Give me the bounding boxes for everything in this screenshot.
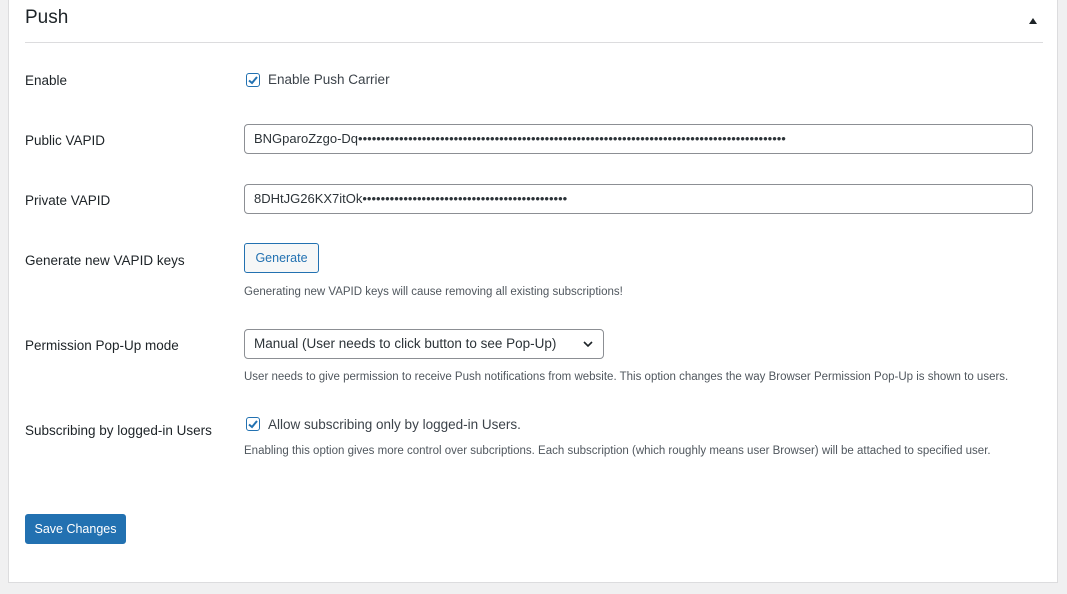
enable-push-checkbox-label[interactable]: Enable Push Carrier bbox=[268, 72, 390, 87]
popup-mode-label: Permission Pop-Up mode bbox=[25, 338, 179, 353]
popup-mode-selected-value: Manual (User needs to click button to se… bbox=[254, 336, 557, 351]
enable-label: Enable bbox=[25, 73, 68, 88]
popup-mode-select[interactable]: Manual (User needs to click button to se… bbox=[244, 329, 604, 359]
generate-button[interactable]: Generate bbox=[244, 243, 319, 273]
generate-description: Generating new VAPID keys will cause rem… bbox=[244, 286, 623, 298]
save-changes-button[interactable]: Save Changes bbox=[25, 514, 126, 544]
caret-up-icon bbox=[1029, 18, 1037, 24]
logged-in-description: Enabling this option gives more control … bbox=[244, 445, 991, 457]
push-settings-panel: Push Enable Enable Push Carrier Public V… bbox=[8, 0, 1058, 583]
collapse-toggle-button[interactable] bbox=[1023, 11, 1043, 31]
generate-keys-label: Generate new VAPID keys bbox=[25, 253, 185, 268]
logged-in-label: Subscribing by logged-in Users bbox=[25, 423, 212, 438]
private-vapid-input[interactable]: 8DHtJG26KX7itOk•••••••••••••••••••••••••… bbox=[244, 184, 1033, 214]
checkmark-icon bbox=[248, 420, 258, 429]
checkmark-icon bbox=[248, 76, 258, 85]
private-vapid-label: Private VAPID bbox=[25, 193, 111, 208]
popup-mode-description: User needs to give permission to receive… bbox=[244, 371, 1009, 383]
chevron-down-icon bbox=[583, 341, 593, 348]
public-vapid-input[interactable]: BNGparoZzgo-Dq••••••••••••••••••••••••••… bbox=[244, 124, 1033, 154]
logged-in-only-checkbox[interactable] bbox=[246, 417, 260, 431]
enable-push-checkbox[interactable] bbox=[246, 73, 260, 87]
public-vapid-label: Public VAPID bbox=[25, 133, 106, 148]
logged-in-only-checkbox-label[interactable]: Allow subscribing only by logged-in User… bbox=[268, 417, 521, 432]
panel-header: Push bbox=[25, 0, 1043, 43]
panel-title: Push bbox=[25, 7, 69, 28]
